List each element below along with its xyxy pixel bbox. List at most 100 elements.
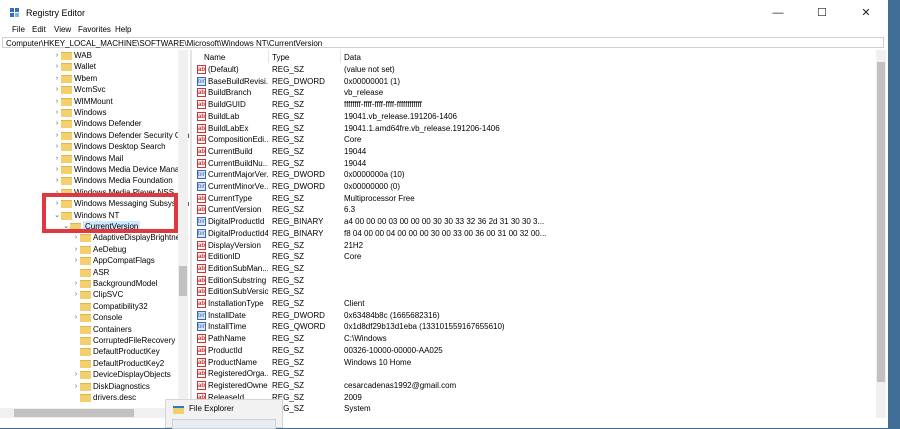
expand-arrow-icon[interactable]: › bbox=[53, 73, 61, 84]
value-row[interactable]: bin InstallTime REG_QWORD 0x1d8df29b13d1eba… bbox=[194, 321, 874, 332]
value-row[interactable]: ab CurrentBuildNu... REG_SZ 19044 bbox=[194, 158, 874, 169]
expand-arrow-icon[interactable]: › bbox=[53, 118, 61, 129]
tree-node[interactable]: › Windows Defender Security Cen bbox=[0, 130, 190, 141]
expand-arrow-icon[interactable]: › bbox=[53, 50, 61, 61]
expand-arrow-icon[interactable]: › bbox=[53, 107, 61, 118]
value-row[interactable]: ab CurrentBuild REG_SZ 19044 bbox=[194, 146, 874, 157]
tree-node[interactable]: › DiskDiagnostics bbox=[0, 381, 190, 392]
value-row[interactable]: bin CurrentMinorVe... REG_DWORD 0x00000000 … bbox=[194, 181, 874, 192]
value-row[interactable]: ab EditionSubVersion REG_SZ bbox=[194, 286, 874, 297]
tree-node[interactable]: › AdaptiveDisplayBrightness bbox=[0, 232, 190, 243]
menu-view[interactable]: View bbox=[54, 25, 71, 34]
expand-arrow-icon[interactable]: › bbox=[72, 255, 80, 266]
value-row[interactable]: bin DigitalProductId REG_BINARY a4 00 00 00… bbox=[194, 216, 874, 227]
tree-node[interactable]: › AeDebug bbox=[0, 244, 190, 255]
value-row[interactable]: ab EditionSubMan... REG_SZ bbox=[194, 263, 874, 274]
expand-arrow-icon[interactable]: › bbox=[72, 381, 80, 392]
taskbar-flyout-file-explorer[interactable]: File Explorer bbox=[165, 399, 283, 429]
expand-arrow-icon[interactable]: › bbox=[53, 130, 61, 141]
pane-splitter[interactable] bbox=[190, 50, 192, 418]
value-row[interactable]: ab (Default) REG_SZ (value not set) bbox=[194, 64, 874, 75]
value-row[interactable]: ab CompositionEdi... REG_SZ Core bbox=[194, 134, 874, 145]
value-row[interactable]: ab RegisteredOrga... REG_SZ bbox=[194, 368, 874, 379]
expand-arrow-icon[interactable]: › bbox=[72, 244, 80, 255]
column-header-name[interactable]: Name bbox=[204, 52, 225, 63]
tree-node[interactable]: › Windows Media Device Manage bbox=[0, 164, 190, 175]
tree-node[interactable]: › AppCompatFlags bbox=[0, 255, 190, 266]
expand-arrow-icon[interactable]: › bbox=[72, 278, 80, 289]
tree-node[interactable]: › Console bbox=[0, 312, 190, 323]
tree-node[interactable]: › DeviceDisplayObjects bbox=[0, 369, 190, 380]
value-row[interactable]: ab DisplayVersion REG_SZ 21H2 bbox=[194, 240, 874, 251]
value-row[interactable]: ab CurrentType REG_SZ Multiprocessor Free bbox=[194, 193, 874, 204]
tree-vertical-scrollbar[interactable] bbox=[178, 50, 188, 408]
values-vertical-scroll-thumb[interactable] bbox=[877, 62, 885, 382]
value-row[interactable]: ab InstallationType REG_SZ Client bbox=[194, 298, 874, 309]
value-data: 0x00000001 (1) bbox=[344, 76, 401, 86]
value-row[interactable]: ab CurrentVersion REG_SZ 6.3 bbox=[194, 204, 874, 215]
tree-node[interactable]: CorruptedFileRecovery bbox=[0, 335, 190, 346]
tree-horizontal-scroll-thumb[interactable] bbox=[14, 409, 134, 417]
menu-favorites[interactable]: Favorites bbox=[78, 25, 111, 34]
menu-help[interactable]: Help bbox=[115, 25, 131, 34]
value-row[interactable]: bin InstallDate REG_DWORD 0x63484b8c (16656… bbox=[194, 310, 874, 321]
expand-arrow-icon[interactable]: › bbox=[53, 175, 61, 186]
column-separator[interactable] bbox=[268, 50, 269, 63]
expand-arrow-icon[interactable]: › bbox=[53, 61, 61, 72]
tree-node[interactable]: Compatibility32 bbox=[0, 301, 190, 312]
expand-arrow-icon[interactable]: › bbox=[53, 153, 61, 164]
tree-node[interactable]: › WIMMount bbox=[0, 96, 190, 107]
tree-node[interactable]: › WcmSvc bbox=[0, 84, 190, 95]
value-row[interactable]: bin BaseBuildRevisi... REG_DWORD 0x00000001… bbox=[194, 76, 874, 87]
value-row[interactable]: ab BuildBranch REG_SZ vb_release bbox=[194, 87, 874, 98]
column-separator[interactable] bbox=[340, 50, 341, 63]
string-value-icon: ab bbox=[197, 263, 206, 273]
expand-arrow-icon[interactable]: › bbox=[53, 141, 61, 152]
expand-arrow-icon[interactable]: › bbox=[72, 312, 80, 323]
value-row[interactable]: ab BuildLabEx REG_SZ 19041.1.amd64fre.vb_re… bbox=[194, 123, 874, 134]
tree-node[interactable]: › Windows Desktop Search bbox=[0, 141, 190, 152]
tree-vertical-scroll-thumb[interactable] bbox=[179, 266, 187, 296]
value-row[interactable]: ab ProductId REG_SZ 00326-10000-00000-AA025 bbox=[194, 345, 874, 356]
value-row[interactable]: ab ProductName REG_SZ Windows 10 Home bbox=[194, 357, 874, 368]
expand-arrow-icon[interactable]: › bbox=[72, 232, 80, 243]
tree-node-label: ClipSVC bbox=[93, 290, 124, 300]
expand-arrow-icon[interactable]: › bbox=[53, 164, 61, 175]
tree-node[interactable]: DefaultProductKey bbox=[0, 346, 190, 357]
tree-node[interactable]: › Wallet bbox=[0, 61, 190, 72]
tree-node[interactable]: › Windows Media Foundation bbox=[0, 175, 190, 186]
tree-node[interactable]: › Windows Defender bbox=[0, 118, 190, 129]
tree-node[interactable]: › Windows Mail bbox=[0, 153, 190, 164]
value-row[interactable]: ab BuildLab REG_SZ 19041.vb_release.191206-… bbox=[194, 111, 874, 122]
tree-node[interactable]: › Windows bbox=[0, 107, 190, 118]
expand-arrow-icon[interactable]: › bbox=[72, 289, 80, 300]
value-row[interactable]: abSystemRootREG_SZSystem bbox=[194, 403, 874, 414]
value-row[interactable]: ab EditionID REG_SZ Core bbox=[194, 251, 874, 262]
value-row[interactable]: ab EditionSubstring REG_SZ bbox=[194, 275, 874, 286]
expand-arrow-icon[interactable]: › bbox=[53, 96, 61, 107]
value-row[interactable]: ab RegisteredOwner REG_SZ cesarcadenas1992@… bbox=[194, 380, 874, 391]
address-bar[interactable]: Computer\HKEY_LOCAL_MACHINE\SOFTWARE\Mic… bbox=[2, 37, 884, 48]
tree-node[interactable]: › Wbem bbox=[0, 73, 190, 84]
tree-node[interactable]: drivers.desc bbox=[0, 392, 190, 403]
tree-node[interactable]: › BackgroundModel bbox=[0, 278, 190, 289]
menu-file[interactable]: File bbox=[12, 25, 25, 34]
expand-arrow-icon[interactable]: › bbox=[53, 84, 61, 95]
expand-arrow-icon[interactable]: › bbox=[72, 369, 80, 380]
column-header-type[interactable]: Type bbox=[272, 52, 289, 63]
tree-node-label: Windows Media Device Manage bbox=[74, 165, 189, 174]
tree-node[interactable]: Containers bbox=[0, 324, 190, 335]
tree-node[interactable]: ASR bbox=[0, 267, 190, 278]
value-row[interactable]: ab BuildGUID REG_SZ ffffffff-ffff-ffff-ffff… bbox=[194, 99, 874, 110]
column-header-data[interactable]: Data bbox=[344, 52, 361, 63]
menu-edit[interactable]: Edit bbox=[32, 25, 46, 34]
value-data: 6.3 bbox=[344, 205, 356, 215]
value-data: Core bbox=[344, 252, 362, 262]
tree-node[interactable]: › ClipSVC bbox=[0, 289, 190, 300]
value-row[interactable]: ab PathName REG_SZ C:\Windows bbox=[194, 333, 874, 344]
value-row[interactable]: bin DigitalProductId4 REG_BINARY f8 04 00 0… bbox=[194, 228, 874, 239]
tree-node[interactable]: DefaultProductKey2 bbox=[0, 358, 190, 369]
value-row[interactable]: bin CurrentMajorVer... REG_DWORD 0x0000000a… bbox=[194, 169, 874, 180]
tree-node[interactable]: › WAB bbox=[0, 50, 190, 61]
value-row[interactable]: ab ReleaseId REG_SZ 2009 bbox=[194, 392, 874, 403]
